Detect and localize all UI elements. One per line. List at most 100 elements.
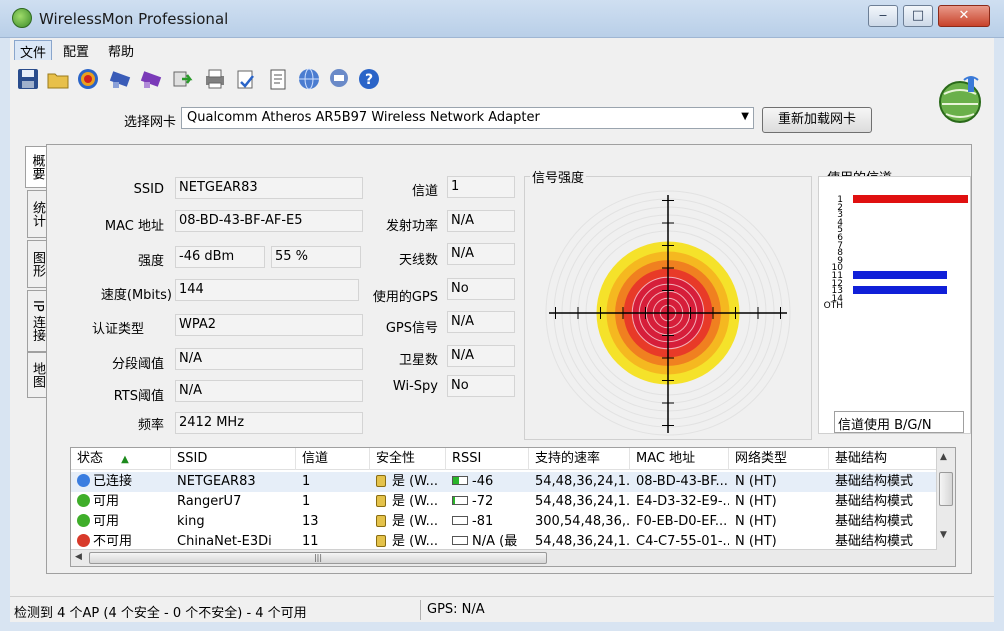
network-card-alt-icon[interactable] — [139, 67, 163, 91]
cell-network-type: N (HT) — [735, 534, 777, 549]
table-cell: -81 — [446, 512, 529, 532]
satellites-value: N/A — [447, 345, 515, 367]
status-bar: 检测到 4 个AP (4 个安全 - 0 个不安全) - 4 个可用 GPS: … — [10, 596, 994, 622]
menu-help[interactable]: 帮助 — [103, 40, 139, 61]
menu-config[interactable]: 配置 — [58, 40, 94, 61]
col-status[interactable]: 状态 ▲ — [71, 448, 171, 470]
chat-icon[interactable] — [327, 67, 351, 91]
cell-security: 是 (W... — [392, 514, 438, 529]
hscroll-thumb[interactable]: ||| — [89, 552, 547, 564]
horizontal-scrollbar[interactable]: ◀ ||| — [71, 549, 937, 566]
tab-summary[interactable]: 概要 — [25, 146, 48, 188]
print-setup-icon[interactable] — [234, 67, 258, 91]
cell-channel: 1 — [302, 494, 311, 509]
cell-status: 可用 — [93, 494, 120, 509]
col-channel[interactable]: 信道 — [296, 448, 370, 470]
cell-infrastructure: 基础结构模式 — [835, 534, 914, 549]
cell-mac: E4-D3-32-E9-... — [636, 494, 729, 509]
strength-dbm-value: -46 dBm — [175, 246, 265, 268]
table-cell: 是 (W... — [370, 492, 446, 512]
cell-ssid: RangerU7 — [177, 494, 242, 509]
cell-rssi: N/A (最 — [472, 534, 518, 549]
tab-statistics[interactable]: 统计 — [27, 190, 47, 238]
table-cell: 是 (W... — [370, 472, 446, 492]
frag-threshold-label: 分段阈值 — [111, 357, 164, 372]
cell-ssid: king — [177, 514, 205, 529]
chevron-down-icon[interactable]: ▼ — [741, 111, 749, 122]
status-dot-icon — [77, 534, 90, 547]
status-dot-icon — [77, 514, 90, 527]
status-dot-icon — [77, 474, 90, 487]
col-rssi[interactable]: RSSI — [446, 448, 529, 470]
cell-channel: 13 — [302, 514, 319, 529]
tab-graph[interactable]: 图形 — [27, 240, 47, 288]
lock-icon — [376, 515, 386, 527]
window-title: WirelessMon Professional — [39, 10, 229, 28]
cell-security: 是 (W... — [392, 474, 438, 489]
channel-bar-11 — [853, 271, 947, 279]
rts-threshold-value: N/A — [175, 380, 363, 402]
cell-rssi: -81 — [472, 514, 494, 529]
report-icon[interactable] — [266, 67, 290, 91]
sort-asc-icon[interactable]: ▲ — [121, 454, 129, 465]
tab-map[interactable]: 地图 — [27, 352, 47, 398]
table-cell: N (HT) — [729, 472, 829, 492]
mac-value: 08-BD-43-BF-AF-E5 — [175, 210, 363, 232]
table-cell: NETGEAR83 — [171, 472, 296, 492]
table-cell: 1 — [296, 472, 370, 492]
ap-list-table[interactable]: 状态 ▲ SSID 信道 安全性 RSSI 支持的速率 MAC 地址 网络类型 … — [70, 447, 956, 567]
help-icon[interactable]: ? — [357, 67, 381, 91]
col-ssid[interactable]: SSID — [171, 448, 296, 470]
col-mac[interactable]: MAC 地址 — [630, 448, 729, 470]
signal-bar-icon — [452, 476, 468, 485]
save-icon[interactable] — [16, 67, 40, 91]
table-cell: F0-EB-D0-EF... — [630, 512, 729, 532]
frag-threshold-value: N/A — [175, 348, 363, 370]
cell-infrastructure: 基础结构模式 — [835, 514, 914, 529]
channel-mode-select[interactable]: 信道使用 B/G/N — [834, 411, 964, 433]
table-row[interactable]: 可用 king 13 是 (W... -81 300,54,48,36,... F0-EB-… — [71, 512, 937, 532]
cell-network-type: N (HT) — [735, 494, 777, 509]
maximize-button[interactable]: □ — [903, 5, 933, 27]
table-row[interactable]: 已连接 NETGEAR83 1 是 (W... -46 54,48,36,24,1... 0… — [71, 472, 937, 492]
scroll-down-icon[interactable]: ▼ — [940, 530, 947, 540]
open-folder-icon[interactable] — [46, 67, 70, 91]
table-cell: -72 — [446, 492, 529, 512]
gps-used-value: No — [447, 278, 515, 300]
table-cell: 13 — [296, 512, 370, 532]
status-ap-summary: 检测到 4 个AP (4 个安全 - 0 个不安全) - 4 个可用 — [14, 606, 307, 621]
svg-text:?: ? — [365, 72, 373, 88]
title-bar: WirelessMon Professional ‒ □ ✕ — [0, 0, 1004, 38]
cell-ssid: NETGEAR83 — [177, 474, 256, 489]
col-rates[interactable]: 支持的速率 — [529, 448, 630, 470]
auth-label: 认证类型 — [91, 322, 144, 337]
scroll-up-icon[interactable]: ▲ — [940, 452, 947, 462]
target-icon[interactable] — [76, 67, 100, 91]
scroll-left-icon[interactable]: ◀ — [75, 552, 82, 562]
col-security[interactable]: 安全性 — [370, 448, 446, 470]
export-icon[interactable] — [171, 67, 195, 91]
satellites-label: 卫星数 — [398, 353, 438, 368]
print-icon[interactable] — [203, 67, 227, 91]
table-cell: N (HT) — [729, 512, 829, 532]
tab-ip-connection[interactable]: IP 连接 — [27, 290, 47, 352]
scroll-thumb[interactable] — [939, 472, 953, 506]
adapter-select[interactable]: Qualcomm Atheros AR5B97 Wireless Network… — [181, 107, 754, 129]
tx-power-label: 发射功率 — [385, 219, 438, 234]
speed-label: 速度(Mbits) — [100, 288, 172, 303]
close-button[interactable]: ✕ — [938, 5, 990, 27]
channel-usage-chart: 1 2 3 4 5 6 7 8 9 10 11 12 13 14 OTH — [818, 176, 971, 434]
table-row[interactable]: 可用 RangerU7 1 是 (W... -72 54,48,36,24,1... E4-… — [71, 492, 937, 512]
gps-signal-label: GPS信号 — [385, 321, 438, 336]
col-network-type[interactable]: 网络类型 — [729, 448, 829, 470]
network-card-icon[interactable] — [108, 67, 132, 91]
vertical-scrollbar[interactable]: ▲ ▼ — [936, 448, 955, 566]
minimize-button[interactable]: ‒ — [868, 5, 898, 27]
table-cell: 可用 — [71, 512, 171, 532]
menu-bar: 文件 配置 帮助 — [10, 38, 994, 63]
col-infrastructure[interactable]: 基础结构 — [829, 448, 937, 470]
reload-adapter-button[interactable]: 重新加载网卡 — [762, 107, 872, 133]
globe-icon[interactable] — [297, 67, 321, 91]
lock-icon — [376, 535, 386, 547]
strength-pct-value: 55 % — [271, 246, 361, 268]
